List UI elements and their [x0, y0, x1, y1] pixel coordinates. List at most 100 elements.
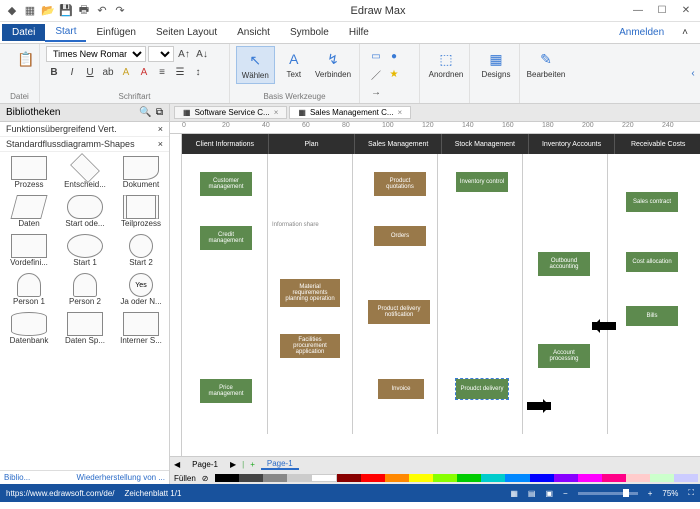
lane-head-6[interactable]: Receivable Costs: [615, 134, 700, 154]
color-palette[interactable]: [215, 474, 699, 482]
view-normal-icon[interactable]: ▦: [510, 489, 518, 498]
bullets-icon[interactable]: ≡: [154, 64, 170, 80]
shape-yesno[interactable]: YesJa oder N...: [114, 271, 168, 308]
highlight-icon[interactable]: A: [118, 64, 134, 80]
lane-head-5[interactable]: Inventory Accounts: [529, 134, 616, 154]
shape-internal[interactable]: Interner S...: [114, 310, 168, 347]
doc-tab-2[interactable]: ▦Sales Management C...×: [289, 106, 411, 119]
lib-options-icon[interactable]: ⧉: [156, 107, 163, 118]
page-tab-1[interactable]: Page-1: [186, 460, 224, 469]
arrange-button[interactable]: ⬚Anordnen: [426, 46, 466, 82]
node-quotations[interactable]: Product quotations: [374, 172, 426, 196]
node-outbound[interactable]: Outbound accounting: [538, 252, 590, 276]
font-grow-icon[interactable]: A↑: [176, 46, 192, 62]
maximize-button[interactable]: ☐: [652, 3, 672, 19]
shape-subprocess[interactable]: Teilprozess: [114, 193, 168, 230]
save-icon[interactable]: 💾: [58, 3, 74, 19]
align-icon[interactable]: ☰: [172, 64, 188, 80]
view-full-icon[interactable]: ▣: [545, 489, 553, 498]
tab-view[interactable]: Ansicht: [227, 24, 280, 41]
shape-datastore[interactable]: Daten Sp...: [58, 310, 112, 347]
shape-start1[interactable]: Start 1: [58, 232, 112, 269]
shape-person1[interactable]: Person 1: [2, 271, 56, 308]
edit-button[interactable]: ✎Bearbeiten: [526, 46, 566, 82]
tab-layout[interactable]: Seiten Layout: [146, 24, 227, 41]
node-mrp[interactable]: Material requirements planning operation: [280, 279, 340, 307]
node-invoice[interactable]: Invoice: [378, 379, 424, 399]
lib-category-flowchart[interactable]: Standardflussdiagramm-Shapes×: [0, 137, 169, 152]
select-tool[interactable]: ↖Wählen: [236, 46, 275, 84]
node-product-delivery[interactable]: Proudct delivery: [456, 379, 508, 399]
node-price-mgmt[interactable]: Price management: [200, 379, 252, 403]
page-add-icon[interactable]: +: [250, 460, 255, 469]
drawing-canvas[interactable]: Client Informations Plan Sales Managemen…: [182, 134, 700, 456]
shape-circle-icon[interactable]: ●: [386, 48, 402, 64]
shape-database[interactable]: Datenbank: [2, 310, 56, 347]
doc-tab-1[interactable]: ▦Software Service C...×: [174, 106, 287, 119]
font-size-select[interactable]: 10: [148, 46, 174, 62]
node-cost-alloc[interactable]: Cost allocation: [626, 252, 678, 272]
lib-foot-left[interactable]: Biblio...: [4, 473, 30, 482]
underline-icon[interactable]: U: [82, 64, 98, 80]
tab-symbols[interactable]: Symbole: [280, 24, 339, 41]
shape-star-icon[interactable]: ★: [386, 66, 402, 82]
shape-document[interactable]: Dokument: [114, 154, 168, 191]
fontcolor-icon[interactable]: A: [136, 64, 152, 80]
file-menu[interactable]: Datei: [2, 24, 45, 41]
tab-insert[interactable]: Einfügen: [86, 24, 145, 41]
shape-process[interactable]: Prozess: [2, 154, 56, 191]
shape-arrow-icon[interactable]: →: [368, 84, 384, 100]
lib-search-icon[interactable]: 🔍: [139, 107, 151, 118]
node-customer-mgmt[interactable]: Customer management: [200, 172, 252, 196]
shape-start2[interactable]: Start 2: [114, 232, 168, 269]
lib-foot-right[interactable]: Wiederherstellung von ...: [77, 473, 166, 482]
lane-head-4[interactable]: Stock Management: [442, 134, 529, 154]
bold-icon[interactable]: B: [46, 64, 62, 80]
zoom-level[interactable]: 75%: [662, 489, 678, 498]
close-icon[interactable]: ×: [398, 108, 403, 117]
shape-predefined[interactable]: Vordefini...: [2, 232, 56, 269]
ribbon-toggle[interactable]: ˄: [672, 24, 698, 41]
node-bills[interactable]: Bills: [626, 306, 678, 326]
redo-icon[interactable]: ↷: [112, 3, 128, 19]
connector-tool[interactable]: ↯Verbinden: [313, 46, 353, 84]
lane-head-2[interactable]: Plan: [269, 134, 356, 154]
minimize-button[interactable]: —: [628, 3, 648, 19]
shape-line-icon[interactable]: ／: [368, 66, 384, 82]
shape-person2[interactable]: Person 2: [58, 271, 112, 308]
fill-none-icon[interactable]: ⊘: [202, 474, 209, 483]
node-credit-mgmt[interactable]: Credit management: [200, 226, 252, 250]
close-icon[interactable]: ×: [158, 139, 163, 149]
zoom-out-icon[interactable]: −: [563, 489, 568, 498]
login-link[interactable]: Anmelden: [611, 27, 672, 38]
tab-help[interactable]: Hilfe: [339, 24, 379, 41]
lane-head-3[interactable]: Sales Management: [355, 134, 442, 154]
node-orders[interactable]: Orders: [374, 226, 426, 246]
spacing-icon[interactable]: ↕: [190, 64, 206, 80]
open-icon[interactable]: 📂: [40, 3, 56, 19]
shape-data[interactable]: Daten: [2, 193, 56, 230]
print-icon[interactable]: 🖶: [76, 3, 92, 19]
view-page-icon[interactable]: ▤: [528, 489, 536, 498]
ribbon-expand-icon[interactable]: ‹: [686, 44, 700, 103]
page-nav-prev[interactable]: ◀: [174, 460, 180, 469]
close-button[interactable]: ✕: [676, 3, 696, 19]
shape-rect-icon[interactable]: ▭: [368, 48, 384, 64]
close-icon[interactable]: ×: [274, 108, 279, 117]
zoom-fit-icon[interactable]: ⛶: [688, 488, 694, 498]
strike-icon[interactable]: ab: [100, 64, 116, 80]
designs-button[interactable]: ▦Designs: [476, 46, 516, 82]
close-icon[interactable]: ×: [158, 124, 163, 134]
node-account-proc[interactable]: Account processing: [538, 344, 590, 368]
text-tool[interactable]: AText: [275, 46, 313, 84]
zoom-in-icon[interactable]: +: [648, 489, 653, 498]
page-tab-2[interactable]: Page-1: [261, 459, 299, 470]
node-inventory-ctrl[interactable]: Inventory control: [456, 172, 508, 192]
node-procurement[interactable]: Facilities procurement application: [280, 334, 340, 358]
tab-start[interactable]: Start: [45, 23, 86, 42]
font-shrink-icon[interactable]: A↓: [194, 46, 210, 62]
shape-decision[interactable]: Entscheid...: [58, 154, 112, 191]
lib-category-crossfunc[interactable]: Funktionsübergreifend Vert.×: [0, 122, 169, 137]
shape-startend[interactable]: Start ode...: [58, 193, 112, 230]
italic-icon[interactable]: I: [64, 64, 80, 80]
